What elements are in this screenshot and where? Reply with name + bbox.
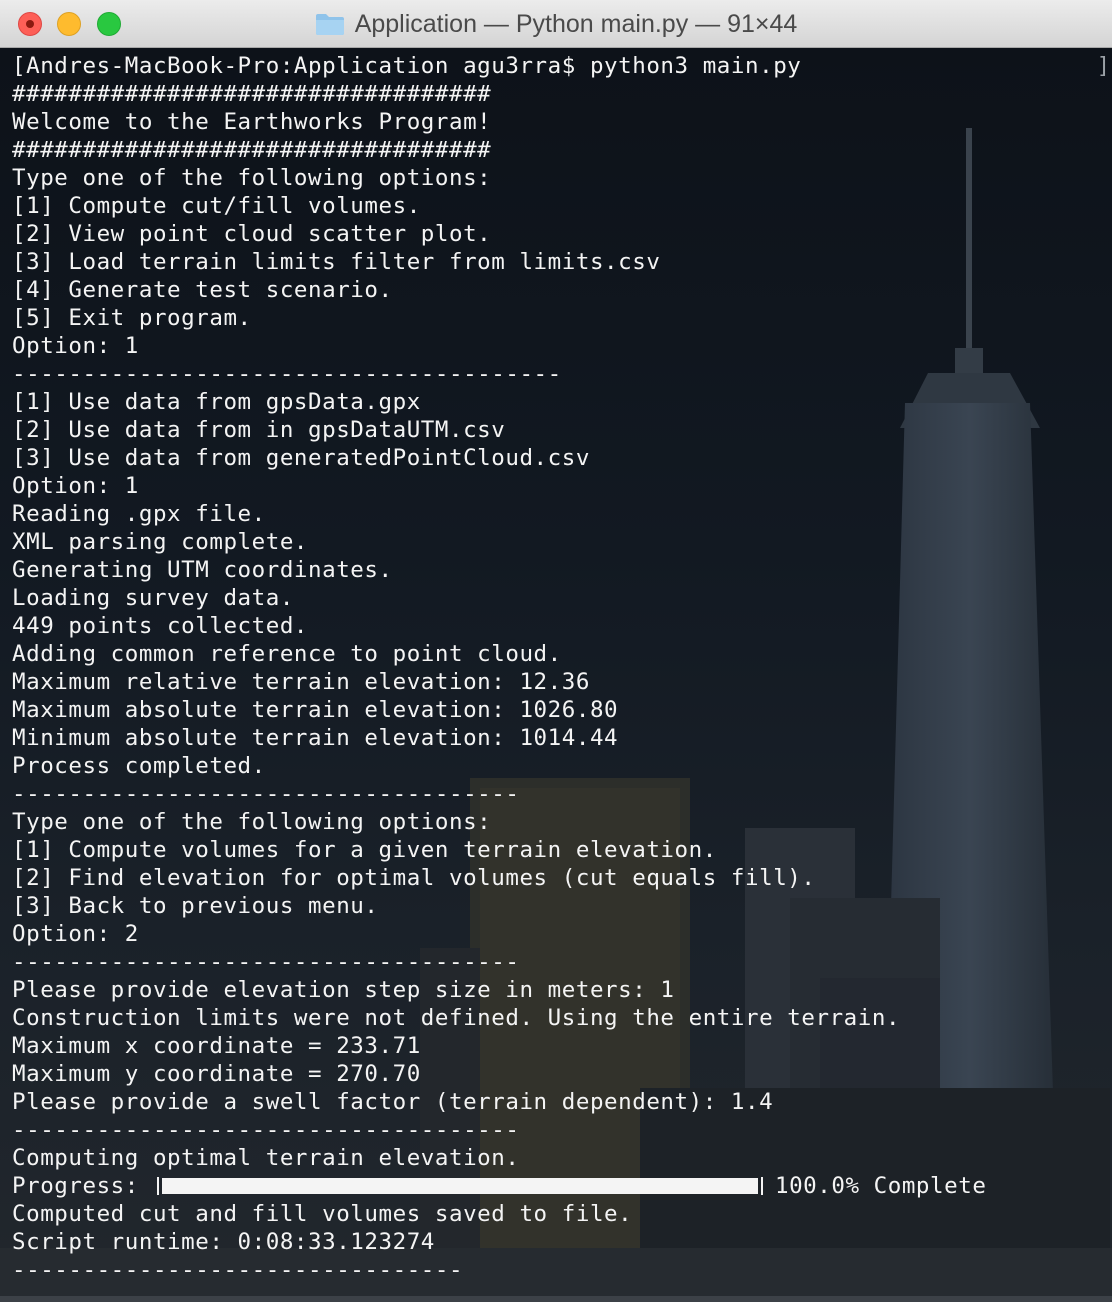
terminal-line: -------------------------------- [12,1257,464,1283]
terminal-line: Process completed. [12,753,266,779]
terminal-window: Application — Python main.py — 91×44] [… [0,0,1112,1302]
terminal-line: --------------------------------------- [12,361,562,387]
terminal-line: XML parsing complete. [12,529,309,555]
terminal-line: Maximum absolute terrain elevation: 1026… [12,697,619,723]
terminal-line: ################################## [12,81,492,107]
terminal-line: ------------------------------------ [12,949,520,975]
title-bar[interactable]: Application — Python main.py — 91×44 [0,0,1112,48]
terminal-line: [1] Compute cut/fill volumes. [12,193,421,219]
progress-line: Progress: 100.0% Complete [12,1172,986,1200]
terminal-line: Reading .gpx file. [12,501,266,527]
terminal-content[interactable]: ] [Andres-MacBook-Pro:Application agu3rr… [0,48,1112,1302]
terminal-line: Type one of the following options: [12,809,492,835]
scrollback-bracket: ] [1096,54,1110,79]
terminal-line: [3] Load terrain limits filter from limi… [12,249,661,275]
terminal-line: Maximum relative terrain elevation: 12.3… [12,669,590,695]
terminal-line: 449 points collected. [12,613,309,639]
terminal-line: Script runtime: 0:08:33.123274 [12,1229,435,1255]
terminal-line: Option: 1 [12,473,139,499]
progress-percent: 100.0% Complete [774,1173,987,1199]
terminal-line: [3] Use data from generatedPointCloud.cs… [12,445,590,471]
terminal-line: [5] Exit program. [12,305,252,331]
terminal-line: Type one of the following options: [12,165,492,191]
terminal-line: Computed cut and fill volumes saved to f… [12,1201,633,1227]
terminal-line: ------------------------------------ [12,781,520,807]
terminal-line: Generating UTM coordinates. [12,557,393,583]
terminal-line: [Andres-MacBook-Pro:Application agu3rra$… [12,53,802,79]
terminal-line: Option: 2 [12,921,139,947]
progress-label: Progress: [12,1173,153,1199]
window-title: Application — Python main.py — 91×44 [354,9,798,38]
progress-fill [161,1178,758,1194]
terminal-line: Maximum y coordinate = 270.70 [12,1061,421,1087]
terminal-line: Construction limits were not defined. Us… [12,1005,901,1031]
terminal-line: Option: 1 [12,333,139,359]
terminal-line: Maximum x coordinate = 233.71 [12,1033,421,1059]
terminal-line: [2] Find elevation for optimal volumes (… [12,865,816,891]
terminal-line: Please provide a swell factor (terrain d… [12,1089,774,1115]
terminal-line: Please provide elevation step size in me… [12,977,675,1003]
terminal-line: [4] Generate test scenario. [12,277,393,303]
terminal-line: Computing optimal terrain elevation. [12,1145,520,1171]
folder-icon [315,12,345,36]
terminal-output: [Andres-MacBook-Pro:Application agu3rra$… [12,52,986,1284]
terminal-line: Adding common reference to point cloud. [12,641,562,667]
terminal-line: ################################## [12,137,492,163]
terminal-line: [2] View point cloud scatter plot. [12,221,492,247]
terminal-line: [2] Use data from in gpsDataUTM.csv [12,417,506,443]
terminal-line: [3] Back to previous menu. [12,893,379,919]
terminal-line: Loading survey data. [12,585,294,611]
terminal-line: [1] Compute volumes for a given terrain … [12,837,717,863]
window-title-group: Application — Python main.py — 91×44 [0,0,1112,48]
terminal-line: Welcome to the Earthworks Program! [12,109,492,135]
progress-bar [156,1177,763,1195]
terminal-line: ------------------------------------ [12,1117,520,1143]
window-bottom-edge [0,1296,1112,1302]
terminal-line: [1] Use data from gpsData.gpx [12,389,421,415]
terminal-line: Minimum absolute terrain elevation: 1014… [12,725,619,751]
